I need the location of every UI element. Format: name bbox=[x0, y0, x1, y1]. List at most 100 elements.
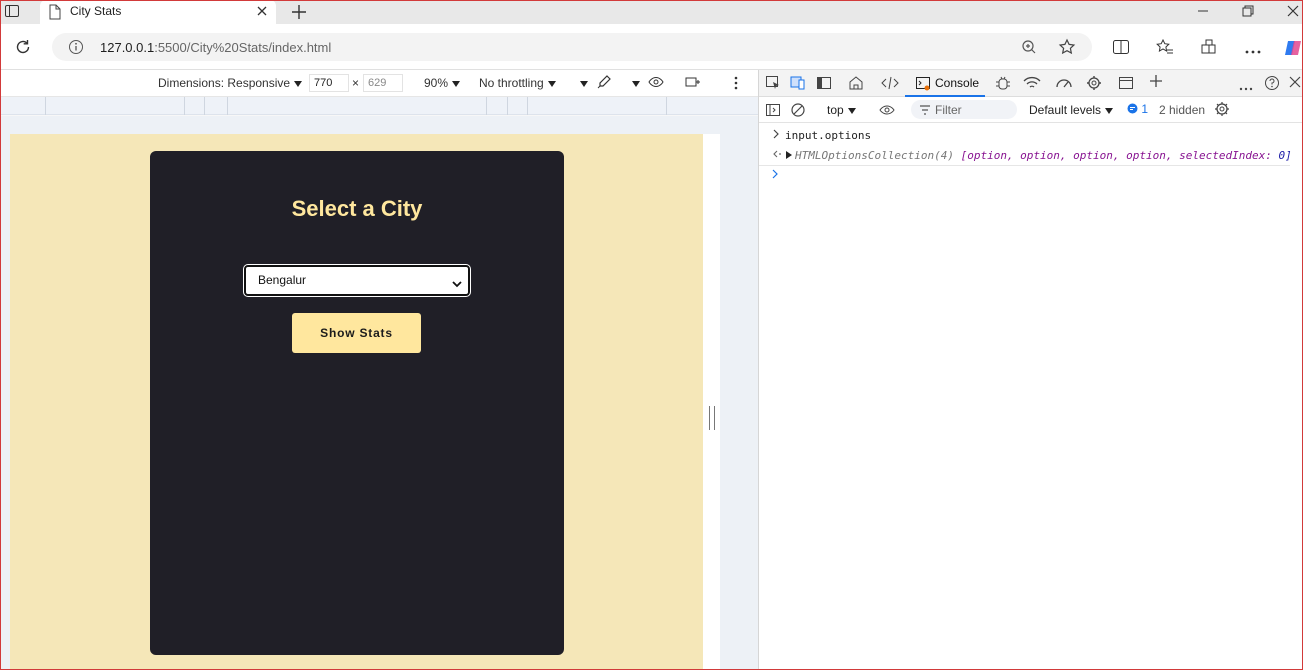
message-count: 1 bbox=[1141, 102, 1149, 116]
rotate-icon[interactable] bbox=[684, 74, 702, 93]
console-prompt[interactable] bbox=[759, 166, 1303, 186]
page-title: Select a City bbox=[291, 196, 423, 221]
console-filter-bar: top Filter Default levels 1 2 hidden bbox=[759, 97, 1303, 123]
message-bubble-icon bbox=[1127, 103, 1138, 114]
site-info-icon[interactable] bbox=[68, 39, 84, 58]
elements-icon[interactable] bbox=[881, 75, 899, 94]
media-query-ruler bbox=[0, 97, 758, 115]
close-tab-icon[interactable] bbox=[256, 5, 268, 20]
title-bar: City Stats bbox=[0, 0, 1303, 24]
favorites-icon[interactable] bbox=[1156, 38, 1174, 58]
console-input-line: input.options bbox=[759, 126, 1303, 146]
device-toolbar: Dimensions: Responsive 770 × 629 90% No … bbox=[0, 70, 758, 97]
width-input[interactable]: 770 bbox=[309, 74, 349, 92]
devtools-panel: Console top Filter Default levels 1 2 hi… bbox=[758, 70, 1303, 670]
input-chevron-icon bbox=[772, 129, 780, 142]
address-bar[interactable]: 127.0.0.1:5500/City%20Stats/index.html bbox=[52, 33, 1092, 61]
zoom-label: 90% bbox=[424, 76, 449, 90]
favorite-star-icon[interactable] bbox=[1058, 38, 1076, 59]
restore-icon[interactable] bbox=[1241, 4, 1255, 21]
sidebar-toggle-icon[interactable] bbox=[4, 3, 22, 21]
console-result-line[interactable]: HTMLOptionsCollection(4) [option, option… bbox=[759, 146, 1292, 166]
dropdown-caret-icon bbox=[452, 80, 461, 87]
eyedropper-icon[interactable] bbox=[596, 74, 612, 93]
clear-console-icon[interactable] bbox=[790, 102, 806, 121]
result-arrow-icon bbox=[772, 149, 782, 162]
add-tab-icon[interactable] bbox=[1148, 73, 1164, 92]
page-background: Select a City Bengalur Show Stats bbox=[10, 134, 703, 670]
device-toggle-icon[interactable] bbox=[790, 75, 806, 94]
url-path: :5500/City%20Stats/index.html bbox=[154, 40, 332, 55]
network-icon[interactable] bbox=[1023, 75, 1041, 94]
prompt-chevron-icon bbox=[771, 168, 779, 182]
zoom-dropdown[interactable]: 90% bbox=[424, 76, 461, 90]
result-items: [option, option, option, option, selecte… bbox=[960, 149, 1272, 162]
save-data-dropdown[interactable] bbox=[576, 76, 588, 90]
collections-icon[interactable] bbox=[1200, 39, 1218, 58]
dock-side-icon[interactable] bbox=[816, 75, 832, 94]
dropdown-caret-icon bbox=[580, 80, 588, 87]
viewport-edge bbox=[703, 134, 720, 670]
show-stats-button[interactable]: Show Stats bbox=[292, 313, 421, 353]
close-window-icon[interactable] bbox=[1286, 4, 1300, 21]
device-viewport-area: Select a City Bengalur Show Stats bbox=[0, 116, 758, 670]
minimize-icon[interactable] bbox=[1196, 4, 1210, 21]
chevron-down-icon bbox=[452, 277, 462, 291]
sensor-dropdown[interactable] bbox=[628, 76, 640, 90]
vision-icon[interactable] bbox=[648, 74, 664, 93]
browser-tab[interactable]: City Stats bbox=[40, 0, 276, 24]
console-settings-icon[interactable] bbox=[1214, 101, 1230, 120]
live-expression-eye-icon[interactable] bbox=[879, 102, 895, 121]
zoom-icon[interactable] bbox=[1021, 39, 1037, 58]
url-text[interactable]: 127.0.0.1:5500/City%20Stats/index.html bbox=[100, 40, 331, 55]
devtools-tab-bar: Console bbox=[759, 70, 1303, 97]
tab-title: City Stats bbox=[70, 4, 122, 18]
context-label: top bbox=[827, 103, 844, 117]
page-icon bbox=[48, 4, 62, 23]
dimensions-label: Dimensions: Responsive bbox=[158, 76, 291, 90]
issues-bug-icon[interactable] bbox=[995, 75, 1011, 94]
inspect-icon[interactable] bbox=[765, 75, 781, 94]
console-output: input.options HTMLOptionsCollection(4) [… bbox=[759, 124, 1303, 186]
url-host: 127.0.0.1 bbox=[100, 40, 155, 55]
split-screen-icon[interactable] bbox=[1112, 39, 1130, 58]
address-toolbar: 127.0.0.1:5500/City%20Stats/index.html bbox=[0, 24, 1303, 70]
new-tab-icon[interactable] bbox=[290, 3, 308, 24]
sidebar-panel-icon[interactable] bbox=[765, 102, 781, 121]
performance-icon[interactable] bbox=[1055, 75, 1073, 94]
console-tab-label: Console bbox=[935, 76, 980, 90]
memory-gear-icon[interactable] bbox=[1086, 75, 1102, 94]
city-select[interactable]: Bengalur bbox=[243, 264, 471, 297]
toolbar-more-icon[interactable] bbox=[733, 75, 739, 94]
filter-icon bbox=[919, 104, 931, 119]
expand-triangle-icon[interactable] bbox=[785, 151, 793, 159]
console-filter-input[interactable]: Filter bbox=[911, 100, 1017, 119]
city-card: Select a City Bengalur Show Stats bbox=[150, 151, 564, 655]
hidden-count: 2 hidden bbox=[1159, 103, 1206, 117]
throttling-dropdown[interactable]: No throttling bbox=[479, 76, 556, 90]
close-devtools-icon[interactable] bbox=[1288, 75, 1302, 92]
times-sign: × bbox=[352, 76, 360, 90]
welcome-home-icon[interactable] bbox=[848, 75, 864, 94]
filter-placeholder: Filter bbox=[935, 103, 962, 117]
resize-handle[interactable] bbox=[709, 406, 715, 430]
dropdown-caret-icon bbox=[1105, 107, 1114, 114]
dropdown-caret-icon bbox=[632, 80, 640, 87]
result-object-type: HTMLOptionsCollection(4) bbox=[795, 149, 954, 162]
refresh-icon[interactable] bbox=[14, 38, 32, 59]
result-index: 0] bbox=[1278, 149, 1292, 162]
more-menu-icon[interactable] bbox=[1244, 44, 1262, 58]
console-result-text[interactable]: HTMLOptionsCollection(4) [option, option… bbox=[785, 149, 1292, 162]
devtools-more-icon[interactable] bbox=[1239, 80, 1253, 94]
help-icon[interactable] bbox=[1264, 75, 1280, 94]
dropdown-caret-icon bbox=[294, 80, 303, 87]
application-icon[interactable] bbox=[1118, 75, 1134, 94]
dimensions-dropdown[interactable]: Dimensions: Responsive bbox=[158, 76, 303, 90]
log-levels-dropdown[interactable]: Default levels bbox=[1029, 103, 1114, 117]
message-count-badge[interactable]: 1 bbox=[1127, 102, 1148, 116]
tab-console[interactable]: Console bbox=[905, 70, 985, 97]
context-selector[interactable]: top bbox=[827, 103, 856, 117]
copilot-icon[interactable] bbox=[1283, 38, 1303, 61]
console-input-text: input.options bbox=[785, 129, 872, 142]
height-input[interactable]: 629 bbox=[363, 74, 403, 92]
